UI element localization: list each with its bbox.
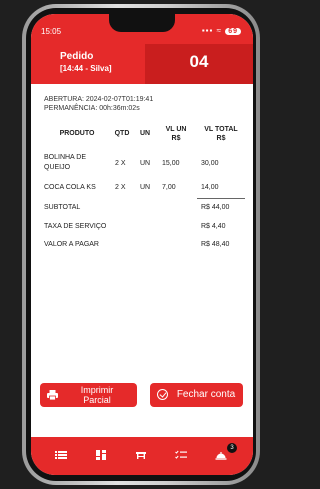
camera-notch: [109, 14, 175, 32]
row-1-produto: BOLINHA DE QUEIJO: [44, 154, 87, 171]
status-time: 15:05: [41, 27, 62, 36]
subtotal-value: R$ 44,00: [201, 204, 230, 211]
checklist-icon[interactable]: [175, 449, 187, 461]
cloche-icon[interactable]: [215, 449, 227, 461]
abertura-text: ABERTURA: 2024-02-07T01:19:41: [44, 96, 154, 103]
col-header-vl-total: VL TOTAL R$: [197, 125, 245, 143]
row-2-produto: COCA COLA KS: [44, 184, 96, 191]
close-account-button[interactable]: Fechar conta: [150, 383, 243, 407]
bottom-nav: 3: [31, 437, 253, 475]
status-icons: ▪▪▪ ≈ 69: [202, 26, 241, 35]
col-header-qtd: QTD: [114, 130, 130, 137]
order-number-panel: 04: [145, 44, 253, 84]
signal-wifi-icon: ▪▪▪ ≈: [201, 26, 222, 35]
row-1-vl-un: 15,00: [162, 160, 180, 167]
col-header-vl-un-line1: VL UN: [165, 126, 187, 133]
printer-icon: [47, 390, 58, 400]
print-partial-label-line1: Imprimir: [80, 385, 114, 395]
print-partial-button[interactable]: Imprimir Parcial: [40, 383, 137, 407]
col-header-vl-total-line1: VL TOTAL: [204, 126, 238, 133]
amount-due-value: R$ 48,40: [201, 241, 230, 248]
row-1-un: UN: [140, 160, 151, 167]
order-subtitle: [14:44 - Silva]: [60, 64, 112, 73]
col-header-vl-total-line2: R$: [216, 135, 226, 142]
col-header-vl-un: VL UN R$: [159, 125, 193, 143]
row-1-vl-total: 30,00: [201, 160, 219, 167]
amount-due-label: VALOR A PAGAR: [44, 241, 99, 248]
app-screen: 15:05 ▪▪▪ ≈ 69 Pedido [14:44 - Silva] 04…: [31, 14, 253, 475]
print-partial-label: Imprimir Parcial: [64, 385, 130, 405]
table-icon[interactable]: [135, 449, 147, 461]
permanencia-text: PERMANÊNCIA: 00h:36m:02s: [44, 105, 140, 112]
row-1-qtd: 2 X: [115, 160, 126, 167]
row-2-un: UN: [140, 184, 151, 191]
col-header-vl-un-line2: R$: [171, 135, 181, 142]
print-partial-label-line2: Parcial: [83, 395, 111, 405]
battery-icon: 69: [225, 28, 241, 35]
check-circle-icon: [157, 389, 168, 400]
row-2-qtd: 2 X: [115, 184, 126, 191]
order-number: 04: [189, 52, 209, 71]
notification-badge: 3: [227, 443, 237, 453]
service-fee-label: TAXA DE SERVIÇO: [44, 223, 107, 230]
service-fee-value: R$ 4,40: [201, 223, 226, 230]
row-2-vl-un: 7,00: [162, 184, 176, 191]
row-2-vl-total: 14,00: [201, 184, 219, 191]
close-account-label: Fechar conta: [176, 389, 236, 400]
subtotal-label: SUBTOTAL: [44, 204, 81, 211]
order-header: Pedido [14:44 - Silva] 04: [31, 44, 253, 84]
col-header-produto: PRODUTO: [59, 130, 95, 137]
order-title: Pedido: [60, 51, 94, 62]
dashboard-icon[interactable]: [95, 449, 107, 461]
col-header-un: UN: [139, 130, 151, 137]
total-divider: [197, 198, 245, 199]
status-bar: 15:05 ▪▪▪ ≈ 69: [31, 14, 253, 44]
list-icon[interactable]: [55, 449, 67, 461]
order-header-info: Pedido [14:44 - Silva]: [31, 44, 145, 84]
